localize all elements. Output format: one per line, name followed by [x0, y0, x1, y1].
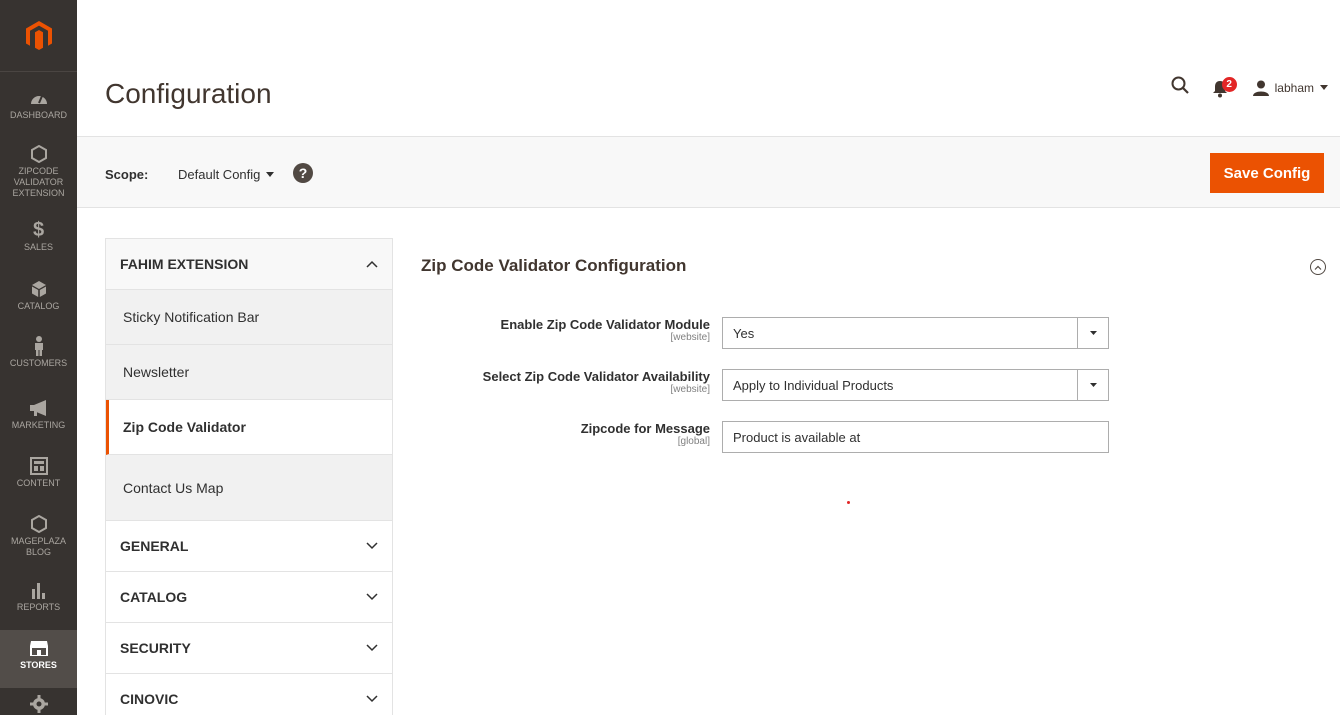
- config-tabs: FAHIM EXTENSION Sticky Notification Bar …: [105, 238, 393, 715]
- hexagon-icon: [30, 144, 47, 164]
- section-title[interactable]: Zip Code Validator Configuration: [421, 256, 686, 276]
- tab-group-title: GENERAL: [120, 538, 189, 554]
- nav-sales[interactable]: $ SALES: [0, 220, 77, 253]
- username: labham: [1274, 80, 1314, 95]
- tab-group-cinovic[interactable]: CINOVIC: [106, 674, 392, 715]
- tab-item-label: Zip Code Validator: [123, 419, 246, 435]
- tab-group-title: FAHIM EXTENSION: [120, 256, 249, 272]
- scope-value: Default Config: [178, 167, 261, 182]
- tab-group-title: CINOVIC: [120, 691, 179, 707]
- nav-mageplaza-blog[interactable]: MAGEPLAZA BLOG: [0, 514, 77, 558]
- field-zipcode-message: Zipcode for Message [global] Product is …: [421, 421, 1109, 453]
- scope-bar: Scope: Default Config ? Save Config: [77, 136, 1340, 208]
- select-value: Apply to Individual Products: [733, 377, 894, 393]
- user-menu[interactable]: labham: [1252, 80, 1328, 96]
- nav-marketing[interactable]: MARKETING: [0, 398, 77, 431]
- search-icon[interactable]: [1171, 76, 1189, 99]
- nav-dashboard[interactable]: DASHBOARD: [0, 88, 77, 121]
- nav-zipcode-validator[interactable]: ZIPCODE VALIDATOR EXTENSION: [0, 144, 77, 199]
- nav-label: CUSTOMERS: [9, 358, 68, 368]
- dollar-icon: $: [32, 218, 45, 241]
- admin-sidebar: DASHBOARD ZIPCODE VALIDATOR EXTENSION $ …: [0, 0, 77, 715]
- tab-item-zip-code-validator[interactable]: Zip Code Validator: [106, 400, 392, 455]
- page-title: Configuration: [105, 78, 272, 109]
- megaphone-icon: [29, 398, 49, 418]
- tab-group-title: SECURITY: [120, 640, 191, 656]
- tab-group-security[interactable]: SECURITY: [106, 623, 392, 674]
- tab-item-contact-us-map[interactable]: Contact Us Map: [106, 455, 392, 521]
- nav-label: CONTENT: [16, 478, 61, 488]
- nav-catalog[interactable]: CATALOG: [0, 279, 77, 312]
- nav-label: ZIPCODE VALIDATOR EXTENSION: [12, 166, 65, 198]
- dashboard-icon: [30, 88, 48, 108]
- nav-reports[interactable]: REPORTS: [0, 580, 77, 613]
- zipcode-message-input[interactable]: Product is available at: [722, 421, 1109, 453]
- layout-icon: [29, 456, 48, 476]
- bar-chart-icon: [31, 580, 47, 600]
- scope-switcher[interactable]: Default Config: [178, 167, 275, 182]
- decorative-dot: [847, 501, 850, 504]
- tab-group-fahim-extension[interactable]: FAHIM EXTENSION: [106, 239, 392, 290]
- store-icon: [29, 638, 49, 658]
- tab-item-label: Contact Us Map: [123, 479, 224, 496]
- chevron-down-icon: [366, 542, 378, 550]
- chevron-down-icon: [366, 593, 378, 601]
- availability-select[interactable]: Apply to Individual Products: [722, 369, 1109, 401]
- input-value: Product is available at: [733, 429, 861, 445]
- field-enable-module: Enable Zip Code Validator Module [websit…: [421, 317, 1109, 349]
- tab-item-label: Newsletter: [123, 364, 190, 380]
- select-value: Yes: [733, 325, 755, 341]
- field-label-text: Select Zip Code Validator Availability: [482, 369, 710, 384]
- nav-label: MAGEPLAZA BLOG: [10, 536, 66, 557]
- tab-item-sticky-notification-bar[interactable]: Sticky Notification Bar: [106, 290, 392, 345]
- field-scope: [website]: [670, 332, 710, 343]
- field-availability: Select Zip Code Validator Availability […: [421, 369, 1109, 401]
- hexagon-icon: [30, 514, 47, 534]
- field-label: Zipcode for Message [global]: [581, 421, 710, 447]
- cube-icon: [31, 279, 47, 299]
- nav-label: SALES: [23, 242, 54, 252]
- notifications-button[interactable]: 2: [1211, 76, 1237, 98]
- chevron-down-icon: [1077, 318, 1108, 348]
- nav-system[interactable]: [0, 694, 77, 715]
- enable-module-select[interactable]: Yes: [722, 317, 1109, 349]
- caret-down-icon: [266, 172, 275, 177]
- field-label: Select Zip Code Validator Availability […: [483, 369, 710, 395]
- nav-label: REPORTS: [16, 602, 61, 612]
- caret-down-icon: [1320, 85, 1328, 90]
- collapse-section-icon[interactable]: [1310, 259, 1326, 275]
- nav-stores[interactable]: STORES: [0, 630, 77, 688]
- chevron-down-icon: [366, 644, 378, 652]
- nav-customers[interactable]: CUSTOMERS: [0, 336, 77, 369]
- nav-label: MARKETING: [11, 420, 66, 430]
- scope-label: Scope:: [105, 167, 149, 182]
- user-icon: [1252, 80, 1269, 96]
- nav-label: DASHBOARD: [9, 110, 67, 120]
- field-label: Enable Zip Code Validator Module [websit…: [501, 317, 710, 343]
- tab-group-catalog[interactable]: CATALOG: [106, 572, 392, 623]
- magento-logo-icon: [25, 20, 52, 50]
- chevron-down-icon: [366, 695, 378, 703]
- tab-group-general[interactable]: GENERAL: [106, 521, 392, 572]
- tab-item-label: Sticky Notification Bar: [123, 309, 260, 325]
- tab-item-newsletter[interactable]: Newsletter: [106, 345, 392, 400]
- header-actions: 2 labham: [1171, 76, 1328, 99]
- chevron-up-icon: [366, 260, 378, 268]
- nav-label: CATALOG: [17, 301, 60, 311]
- field-scope: [website]: [670, 384, 710, 395]
- chevron-down-icon: [1077, 370, 1108, 400]
- field-label-text: Enable Zip Code Validator Module: [500, 317, 710, 332]
- help-icon[interactable]: ?: [293, 163, 313, 183]
- field-label-text: Zipcode for Message: [580, 421, 710, 436]
- save-config-button[interactable]: Save Config: [1210, 153, 1324, 193]
- notification-count-badge: 2: [1221, 76, 1237, 92]
- gear-icon: [29, 694, 48, 714]
- magento-logo[interactable]: [0, 0, 77, 72]
- person-icon: [33, 336, 45, 356]
- nav-label: STORES: [20, 660, 57, 670]
- field-scope: [global]: [677, 436, 710, 447]
- tab-group-title: CATALOG: [120, 589, 188, 605]
- nav-content[interactable]: CONTENT: [0, 456, 77, 489]
